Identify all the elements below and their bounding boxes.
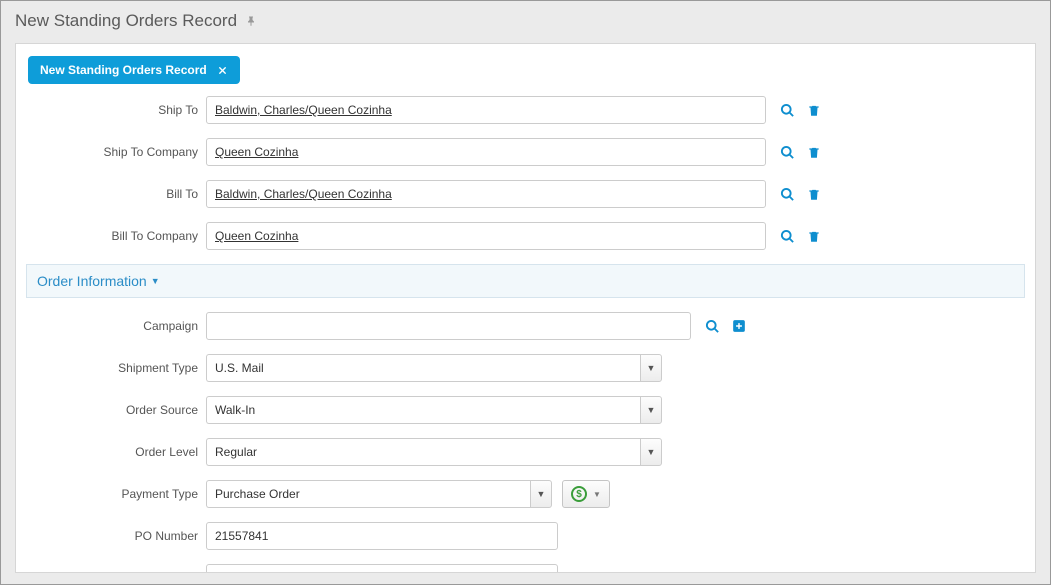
order-level-caret-icon[interactable]: ▼ <box>640 438 662 466</box>
payment-type-caret-icon[interactable]: ▼ <box>530 480 552 508</box>
payment-type-select[interactable]: Purchase Order ▼ <box>206 480 552 508</box>
page-header: New Standing Orders Record <box>1 1 1050 37</box>
order-level-label: Order Level <box>28 445 206 459</box>
bill-to-company-search-icon[interactable] <box>780 229 795 244</box>
currency-caret-icon: ▼ <box>593 490 601 499</box>
ship-to-delete-icon[interactable] <box>807 103 821 118</box>
payment-currency-button[interactable]: $ ▼ <box>562 480 610 508</box>
campaign-input[interactable] <box>206 312 691 340</box>
bill-to-label: Bill To <box>28 187 206 201</box>
bill-to-company-row: Bill To Company <box>28 222 1023 250</box>
ship-to-search-icon[interactable] <box>780 103 795 118</box>
record-tab-chip[interactable]: New Standing Orders Record <box>28 56 240 84</box>
shipment-type-label: Shipment Type <box>28 361 206 375</box>
order-source-select[interactable]: Walk-In ▼ <box>206 396 662 424</box>
terms-label: Terms <box>28 571 206 573</box>
ship-to-company-label: Ship To Company <box>28 145 206 159</box>
po-number-row: PO Number <box>28 522 1023 550</box>
shipment-type-select[interactable]: U.S. Mail ▼ <box>206 354 662 382</box>
terms-row: Terms <box>28 564 1023 573</box>
shipment-type-value: U.S. Mail <box>206 354 640 382</box>
order-level-row: Order Level Regular ▼ <box>28 438 1023 466</box>
ship-to-input[interactable] <box>206 96 766 124</box>
bill-to-delete-icon[interactable] <box>807 187 821 202</box>
bill-to-company-label: Bill To Company <box>28 229 206 243</box>
order-source-value: Walk-In <box>206 396 640 424</box>
po-number-input[interactable] <box>206 522 558 550</box>
bill-to-row: Bill To <box>28 180 1023 208</box>
ship-to-company-delete-icon[interactable] <box>807 145 821 160</box>
pin-icon[interactable] <box>245 15 257 27</box>
page-title-text: New Standing Orders Record <box>15 11 237 31</box>
campaign-search-icon[interactable] <box>705 319 720 334</box>
bill-to-input[interactable] <box>206 180 766 208</box>
campaign-label: Campaign <box>28 319 206 333</box>
form-panel: New Standing Orders Record Ship To Ship … <box>15 43 1036 573</box>
order-information-title: Order Information <box>37 273 147 289</box>
order-source-caret-icon[interactable]: ▼ <box>640 396 662 424</box>
section-caret-down-icon: ▼ <box>151 276 160 286</box>
dollar-icon: $ <box>571 486 587 502</box>
close-tab-icon[interactable] <box>217 65 228 76</box>
order-source-row: Order Source Walk-In ▼ <box>28 396 1023 424</box>
terms-input[interactable] <box>206 564 558 573</box>
ship-to-company-row: Ship To Company <box>28 138 1023 166</box>
order-information-section-header[interactable]: Order Information ▼ <box>26 264 1025 298</box>
bill-to-company-input[interactable] <box>206 222 766 250</box>
ship-to-company-search-icon[interactable] <box>780 145 795 160</box>
ship-to-company-input[interactable] <box>206 138 766 166</box>
payment-type-value: Purchase Order <box>206 480 530 508</box>
order-level-select[interactable]: Regular ▼ <box>206 438 662 466</box>
order-level-value: Regular <box>206 438 640 466</box>
campaign-row: Campaign <box>28 312 1023 340</box>
po-number-label: PO Number <box>28 529 206 543</box>
record-tab-label: New Standing Orders Record <box>40 63 207 77</box>
ship-to-row: Ship To <box>28 96 1023 124</box>
order-source-label: Order Source <box>28 403 206 417</box>
bill-to-search-icon[interactable] <box>780 187 795 202</box>
payment-type-label: Payment Type <box>28 487 206 501</box>
shipment-type-caret-icon[interactable]: ▼ <box>640 354 662 382</box>
bill-to-company-delete-icon[interactable] <box>807 229 821 244</box>
shipment-type-row: Shipment Type U.S. Mail ▼ <box>28 354 1023 382</box>
payment-type-row: Payment Type Purchase Order ▼ $ ▼ <box>28 480 1023 508</box>
ship-to-label: Ship To <box>28 103 206 117</box>
campaign-add-icon[interactable] <box>732 319 746 333</box>
